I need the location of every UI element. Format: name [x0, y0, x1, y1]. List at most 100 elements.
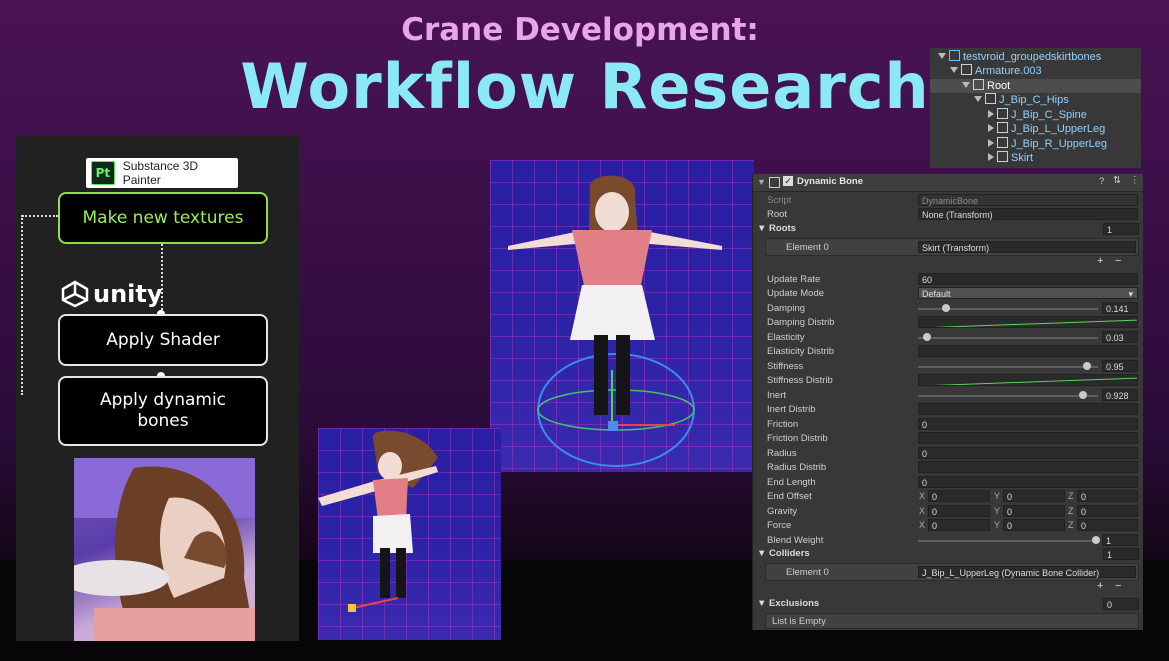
damping-distrib-curve[interactable]	[918, 316, 1138, 328]
colliders-element-field[interactable]: J_Bip_L_UpperLeg (Dynamic Bone Collider)	[918, 566, 1136, 578]
expand-arrow-icon[interactable]	[974, 96, 982, 102]
exclusions-label: Exclusions	[769, 598, 820, 609]
colliders-section[interactable]: ▼ Colliders	[757, 548, 810, 559]
roots-element-value: Skirt (Transform)	[922, 243, 990, 253]
inert-field[interactable]: 0.928	[1102, 389, 1138, 401]
end-offset-y-value: 0	[1007, 492, 1013, 502]
damping-slider-knob[interactable]	[942, 304, 950, 312]
end-length-field[interactable]: 0	[918, 476, 1138, 488]
blend-weight-slider-track[interactable]	[918, 540, 1098, 542]
roots-count-field[interactable]: 1	[1103, 223, 1139, 235]
colliders-label: Colliders	[769, 548, 810, 559]
end-offset-z-field[interactable]: 0	[1077, 490, 1138, 502]
elasticity-slider-knob[interactable]	[923, 333, 931, 341]
expand-arrow-icon[interactable]	[938, 53, 946, 59]
substance-painter-badge: Pt Substance 3D Painter	[86, 158, 238, 188]
hierarchy-item[interactable]: J_Bip_C_Spine	[988, 108, 1087, 122]
settings-icon[interactable]: ⇅	[1113, 175, 1121, 186]
exclusions-list: List is Empty	[765, 613, 1139, 629]
friction-distrib-curve[interactable]	[918, 432, 1138, 444]
stiffness-distrib-curve[interactable]	[918, 374, 1138, 386]
colliders-add-button[interactable]: +	[1097, 580, 1103, 592]
foldout-arrow-icon[interactable]: ▼	[757, 177, 766, 187]
step-apply-shader: Apply Shader	[58, 314, 268, 366]
roots-section[interactable]: ▼ Roots	[757, 223, 796, 234]
force-y-field[interactable]: 0	[1003, 519, 1065, 531]
end-length-label: End Length	[767, 477, 816, 488]
gameobject-cube-icon	[997, 151, 1008, 162]
blend-weight-slider-knob[interactable]	[1092, 536, 1100, 544]
gravity-x-field[interactable]: 0	[928, 505, 990, 517]
hierarchy-item-label: J_Bip_L_UpperLeg	[1011, 123, 1106, 135]
stiffness-slider-knob[interactable]	[1083, 362, 1091, 370]
stiffness-slider-track[interactable]	[918, 366, 1098, 368]
root-field[interactable]: None (Transform)	[918, 208, 1138, 220]
radius-distrib-curve[interactable]	[918, 461, 1138, 473]
end-offset-x-field[interactable]: 0	[928, 490, 990, 502]
inert-distrib-curve[interactable]	[918, 403, 1138, 415]
roots-element-field[interactable]: Skirt (Transform)	[918, 241, 1136, 253]
axis-x-label: X	[919, 520, 926, 530]
gravity-z-field[interactable]: 0	[1077, 505, 1138, 517]
collapse-arrow-icon[interactable]	[988, 124, 994, 132]
roots-add-button[interactable]: +	[1097, 255, 1103, 267]
enabled-checkbox[interactable]: ✓	[783, 176, 793, 186]
force-label: Force	[767, 520, 792, 531]
hierarchy-item-selected[interactable]: Root	[930, 79, 1141, 93]
colliders-element-label: Element 0	[786, 567, 829, 578]
curve-graph	[932, 377, 1137, 385]
colliders-count: 1	[1107, 550, 1113, 560]
elasticity-slider-track[interactable]	[918, 337, 1098, 339]
stiffness-field[interactable]: 0.95	[1102, 360, 1138, 372]
script-field: DynamicBone	[918, 194, 1138, 206]
axis-z-label: Z	[1068, 520, 1074, 530]
update-mode-dropdown[interactable]: Default ▾	[918, 287, 1138, 299]
radius-field[interactable]: 0	[918, 447, 1138, 459]
collapse-arrow-icon[interactable]	[988, 153, 994, 161]
collapse-arrow-icon[interactable]	[988, 110, 994, 118]
exclusions-count: 0	[1107, 600, 1113, 610]
hierarchy-item[interactable]: Skirt	[988, 151, 1033, 165]
inert-slider-knob[interactable]	[1079, 391, 1087, 399]
exclusions-count-field[interactable]: 0	[1103, 598, 1139, 610]
hierarchy-item[interactable]: testvroid_groupedskirtbones	[938, 50, 1101, 64]
dropdown-arrow-icon: ▾	[1128, 289, 1133, 299]
colliders-remove-button[interactable]: −	[1115, 580, 1121, 592]
expand-arrow-icon[interactable]	[962, 82, 970, 88]
force-x-field[interactable]: 0	[928, 519, 990, 531]
hierarchy-item[interactable]: J_Bip_R_UpperLeg	[988, 137, 1107, 151]
roots-count: 1	[1107, 225, 1113, 235]
gravity-y-field[interactable]: 0	[1003, 505, 1065, 517]
help-icon[interactable]: ?	[1099, 176, 1104, 187]
expand-arrow-icon[interactable]	[950, 67, 958, 73]
collapse-arrow-icon[interactable]	[988, 139, 994, 147]
substance-painter-label: Substance 3D Painter	[122, 159, 199, 187]
damping-value: 0.141	[1106, 304, 1129, 314]
force-y-value: 0	[1007, 521, 1013, 531]
elasticity-field[interactable]: 0.03	[1102, 331, 1138, 343]
more-menu-icon[interactable]: ⋮	[1130, 175, 1140, 186]
hierarchy-item[interactable]: J_Bip_C_Hips	[974, 93, 1069, 107]
elasticity-value: 0.03	[1106, 333, 1124, 343]
slide-title: Workflow Research	[240, 50, 930, 123]
friction-field[interactable]: 0	[918, 418, 1138, 430]
hierarchy-item[interactable]: Armature.003	[950, 64, 1042, 78]
inert-slider-track[interactable]	[918, 395, 1098, 397]
elasticity-distrib-label: Elasticity Distrib	[767, 346, 835, 357]
damping-distrib-label: Damping Distrib	[767, 317, 835, 328]
root-value: None (Transform)	[922, 210, 993, 220]
force-z-field[interactable]: 0	[1077, 519, 1138, 531]
inert-value: 0.928	[1106, 391, 1129, 401]
damping-field[interactable]: 0.141	[1102, 302, 1138, 314]
hierarchy-item[interactable]: J_Bip_L_UpperLeg	[988, 122, 1105, 136]
end-offset-y-field[interactable]: 0	[1003, 490, 1065, 502]
colliders-count-field[interactable]: 1	[1103, 548, 1139, 560]
elasticity-distrib-curve[interactable]	[918, 345, 1138, 357]
step-make-textures: Make new textures	[58, 192, 268, 244]
exclusions-section[interactable]: ▼ Exclusions	[757, 598, 819, 609]
gameobject-cube-icon	[973, 79, 984, 90]
stiffness-label: Stiffness	[767, 361, 804, 372]
roots-remove-button[interactable]: −	[1115, 255, 1121, 267]
update-rate-field[interactable]: 60	[918, 273, 1138, 285]
blend-weight-field[interactable]: 1	[1102, 534, 1138, 546]
